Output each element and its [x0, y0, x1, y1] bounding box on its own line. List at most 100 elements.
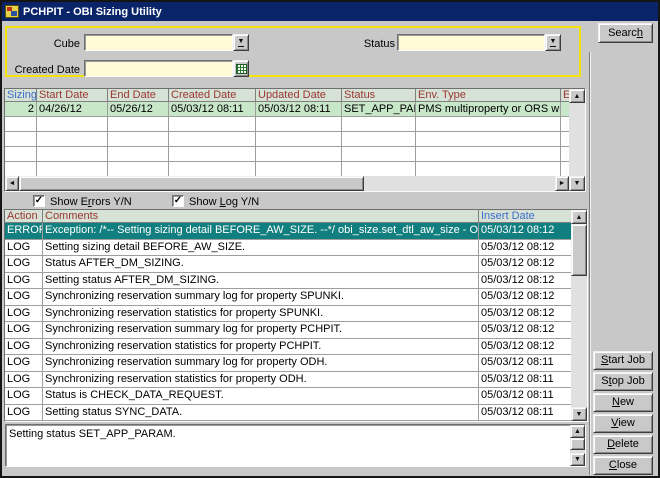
scroll-left-icon: ◄	[9, 180, 16, 187]
cell-empty	[416, 132, 561, 146]
cell-empty	[108, 132, 169, 146]
calendar-icon	[236, 64, 247, 74]
scroll-up-icon: ▲	[574, 93, 581, 100]
log-row-error[interactable]: ERROR Exception: /*-- Setting sizing det…	[5, 223, 571, 240]
job-row-empty[interactable]	[5, 117, 569, 132]
cell-empty	[256, 162, 342, 176]
cell-env-type: PMS multiproperty or ORS with only i	[416, 102, 561, 116]
cell-empty	[37, 162, 108, 176]
close-button[interactable]: Close	[593, 456, 653, 475]
show-errors-checkbox[interactable]: ✓	[33, 195, 45, 207]
log-row[interactable]: LOG Status is CHECK_DATA_REQUEST. 05/03/…	[5, 388, 571, 405]
cell-empty	[256, 117, 342, 131]
jobs-grid-header: Sizing ID Start Date End Date Created Da…	[5, 89, 569, 102]
cell-insert-date: 05/03/12 08:11	[479, 405, 571, 421]
view-button[interactable]: View	[593, 414, 653, 433]
cell-comment: Synchronizing reservation summary log fo…	[43, 289, 479, 305]
app-icon	[5, 5, 19, 18]
log-row[interactable]: LOG Synchronizing reservation statistics…	[5, 339, 571, 356]
scroll-up-button[interactable]: ▲	[570, 425, 585, 438]
show-log-label: Show Log Y/N	[189, 195, 259, 209]
vscroll-thumb[interactable]	[571, 224, 587, 276]
scroll-down-icon: ▼	[574, 456, 581, 463]
status-label: Status	[337, 37, 395, 51]
cell-comment: Synchronizing reservation statistics for…	[43, 339, 479, 355]
sizing-jobs-grid: Sizing ID Start Date End Date Created Da…	[4, 88, 586, 192]
created-date-input[interactable]	[84, 60, 233, 77]
dropdown-arrow-icon: ▼	[550, 38, 557, 47]
hscroll-thumb[interactable]	[19, 176, 364, 191]
job-row-selected[interactable]: 2 04/26/12 05/26/12 05/03/12 08:11 05/03…	[5, 102, 569, 117]
cell-action: LOG	[5, 355, 43, 371]
scroll-down-button[interactable]: ▼	[569, 176, 585, 191]
cell-empty	[169, 147, 256, 161]
cell-action: LOG	[5, 322, 43, 338]
job-row-empty[interactable]	[5, 162, 569, 177]
job-row-empty[interactable]	[5, 147, 569, 162]
cell-empty	[342, 162, 416, 176]
jobs-grid-hscrollbar[interactable]: ◄ ► ▼	[5, 176, 585, 191]
show-log-checkbox[interactable]: ✓	[172, 195, 184, 207]
log-row[interactable]: LOG Synchronizing reservation summary lo…	[5, 355, 571, 372]
log-row[interactable]: LOG Setting sizing detail BEFORE_AW_SIZE…	[5, 240, 571, 257]
cube-input[interactable]	[84, 34, 233, 51]
cell-empty	[169, 132, 256, 146]
start-job-button[interactable]: Start Job	[593, 351, 653, 370]
log-grid-vscrollbar[interactable]: ▲ ▼	[571, 210, 587, 421]
log-grid: Action Comments Insert Date ERROR Except…	[4, 209, 588, 422]
cell-comment: Exception: /*-- Setting sizing detail BE…	[43, 223, 479, 239]
scroll-down-button[interactable]: ▼	[571, 407, 587, 421]
cube-dropdown-button[interactable]: ▼	[233, 34, 249, 51]
cell-comment: Synchronizing reservation summary log fo…	[43, 355, 479, 371]
cell-action: LOG	[5, 289, 43, 305]
cell-empty	[5, 117, 37, 131]
calendar-button[interactable]	[233, 60, 249, 77]
log-row[interactable]: LOG Status AFTER_DM_SIZING. 05/03/12 08:…	[5, 256, 571, 273]
log-row[interactable]: LOG Synchronizing reservation statistics…	[5, 306, 571, 323]
scroll-up-icon: ▲	[576, 214, 583, 221]
title-bar: PCHPIT - OBI Sizing Utility	[2, 2, 658, 21]
cell-empty	[169, 117, 256, 131]
cell-action: ERROR	[5, 223, 43, 239]
col-start-date: Start Date	[37, 89, 108, 101]
cell-empty	[108, 162, 169, 176]
cell-action: LOG	[5, 388, 43, 404]
log-row[interactable]: LOG Setting status SYNC_DATA. 05/03/12 0…	[5, 405, 571, 422]
col-sizing-id: Sizing ID	[5, 89, 37, 101]
cell-empty	[108, 147, 169, 161]
cell-empty	[561, 162, 569, 176]
cell-action: LOG	[5, 339, 43, 355]
status-input[interactable]	[397, 34, 545, 51]
panel-divider	[589, 52, 591, 475]
log-row[interactable]: LOG Synchronizing reservation statistics…	[5, 372, 571, 389]
cell-updated-date: 05/03/12 08:11	[256, 102, 342, 116]
jobs-grid-vscrollbar[interactable]: ▲	[569, 89, 585, 176]
log-row[interactable]: LOG Synchronizing reservation summary lo…	[5, 322, 571, 339]
scroll-left-button[interactable]: ◄	[5, 176, 19, 191]
scroll-up-button[interactable]: ▲	[571, 210, 587, 224]
hscroll-track[interactable]	[364, 176, 555, 191]
delete-button[interactable]: Delete	[593, 435, 653, 454]
scroll-right-icon: ►	[559, 180, 566, 187]
stop-job-button[interactable]: Stop Job	[593, 372, 653, 391]
log-row[interactable]: LOG Setting status AFTER_DM_SIZING. 05/0…	[5, 273, 571, 290]
new-button[interactable]: New	[593, 393, 653, 412]
cell-empty	[561, 117, 569, 131]
job-row-empty[interactable]	[5, 132, 569, 147]
search-button[interactable]: Search	[598, 23, 653, 43]
scroll-right-button[interactable]: ►	[555, 176, 569, 191]
log-row[interactable]: LOG Synchronizing reservation summary lo…	[5, 289, 571, 306]
scroll-down-button[interactable]: ▼	[570, 453, 585, 466]
cell-empty	[416, 117, 561, 131]
cell-comment: Status is CHECK_DATA_REQUEST.	[43, 388, 479, 404]
cell-insert-date: 05/03/12 08:12	[479, 256, 571, 272]
status-dropdown-button[interactable]: ▼	[545, 34, 561, 51]
col-comments: Comments	[43, 210, 479, 222]
log-grid-header: Action Comments Insert Date	[5, 210, 571, 223]
cell-insert-date: 05/03/12 08:12	[479, 223, 571, 239]
vscroll-thumb[interactable]	[570, 438, 585, 450]
detail-vscrollbar[interactable]: ▲ ▼	[570, 425, 585, 466]
scroll-up-button[interactable]: ▲	[569, 89, 585, 103]
cell-insert-date: 05/03/12 08:12	[479, 240, 571, 256]
log-detail-textarea[interactable]: Setting status SET_APP_PARAM. ▲ ▼	[5, 424, 586, 467]
